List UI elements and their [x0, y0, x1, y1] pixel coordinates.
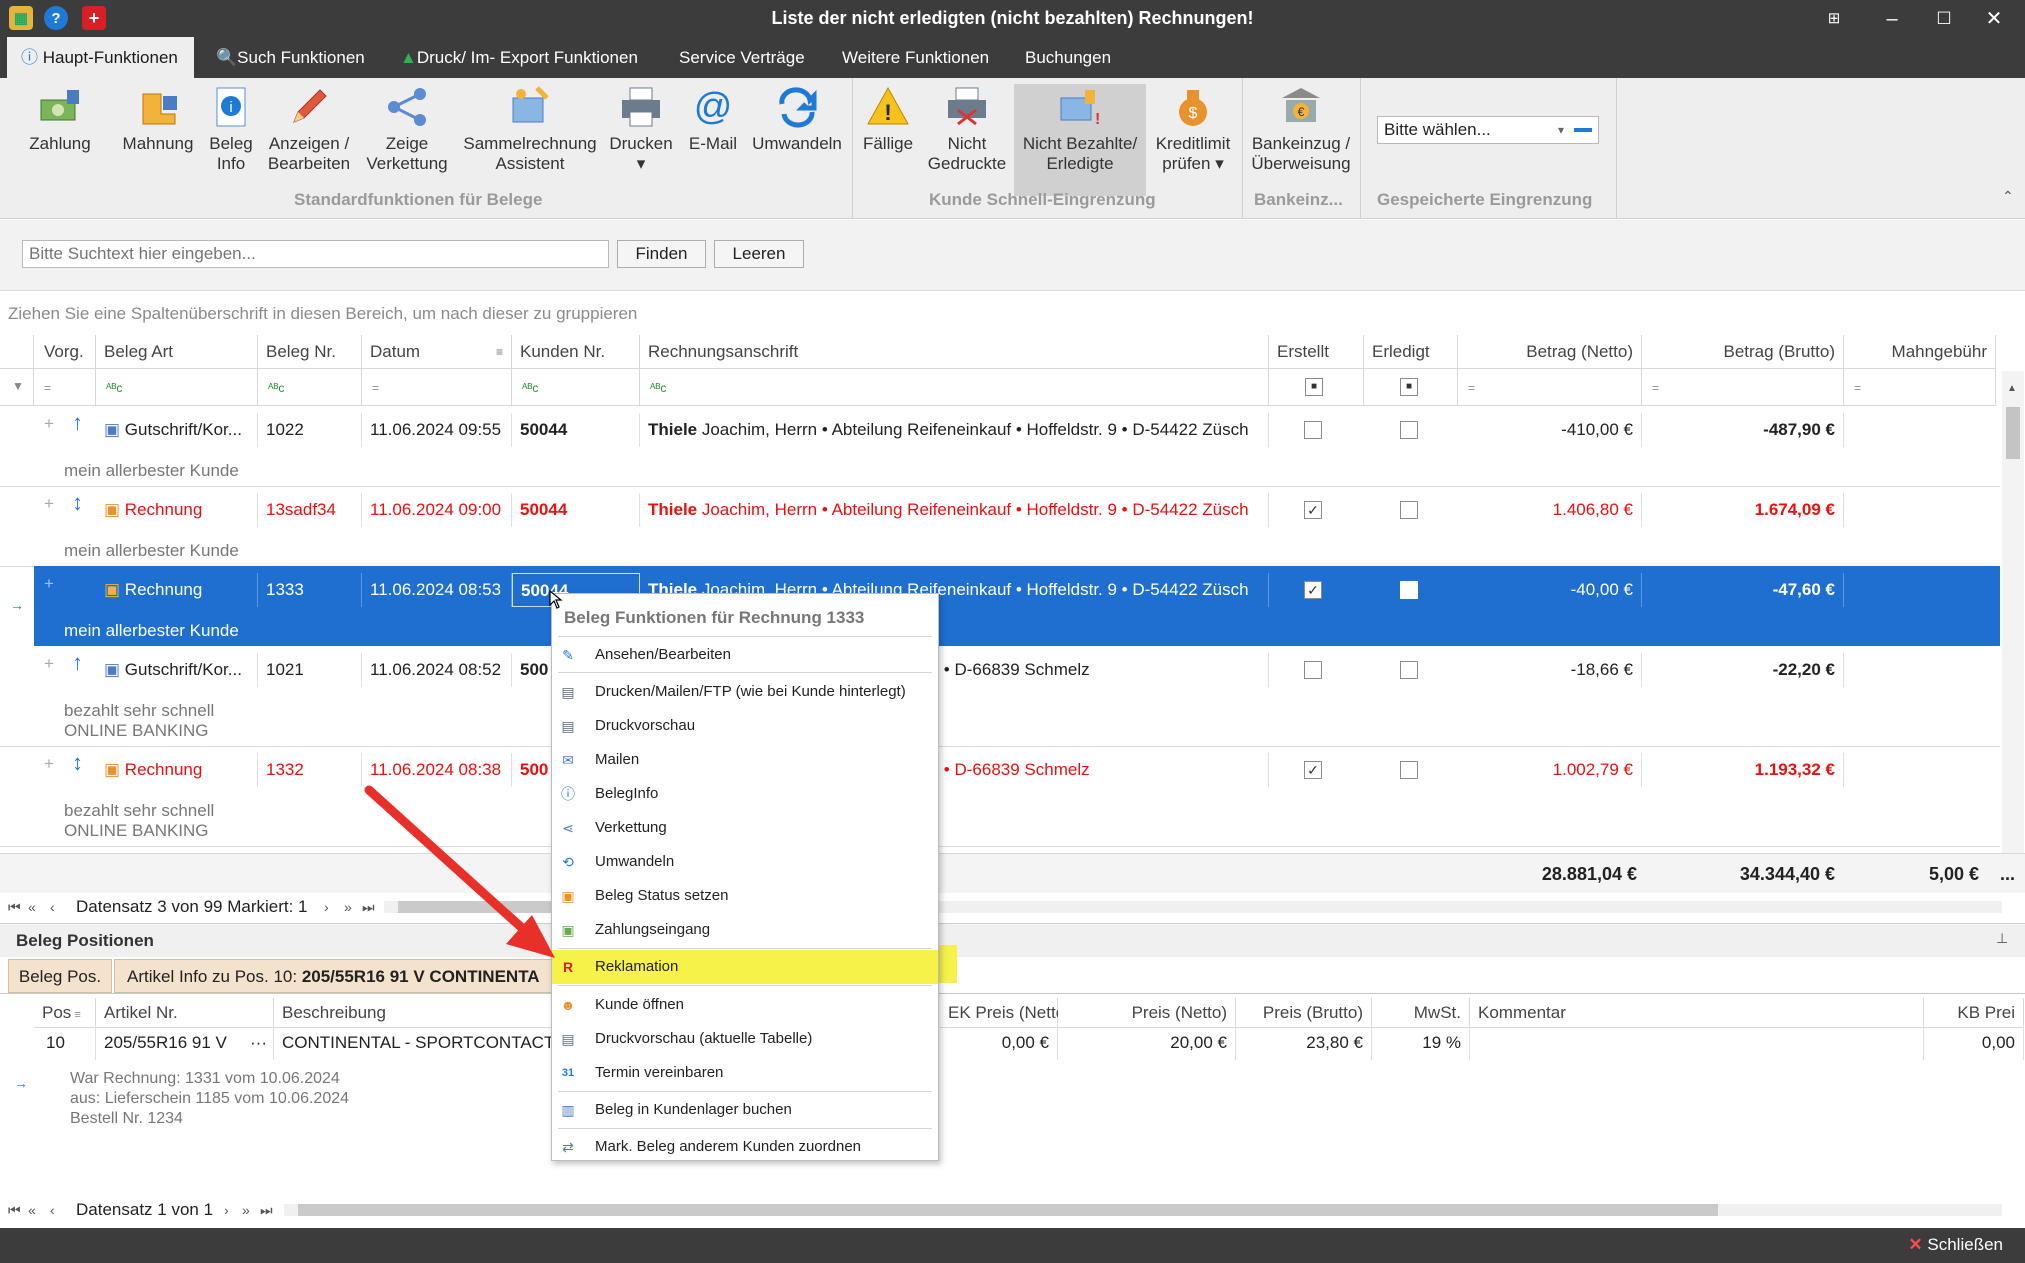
- annotation-arrow: [364, 785, 555, 958]
